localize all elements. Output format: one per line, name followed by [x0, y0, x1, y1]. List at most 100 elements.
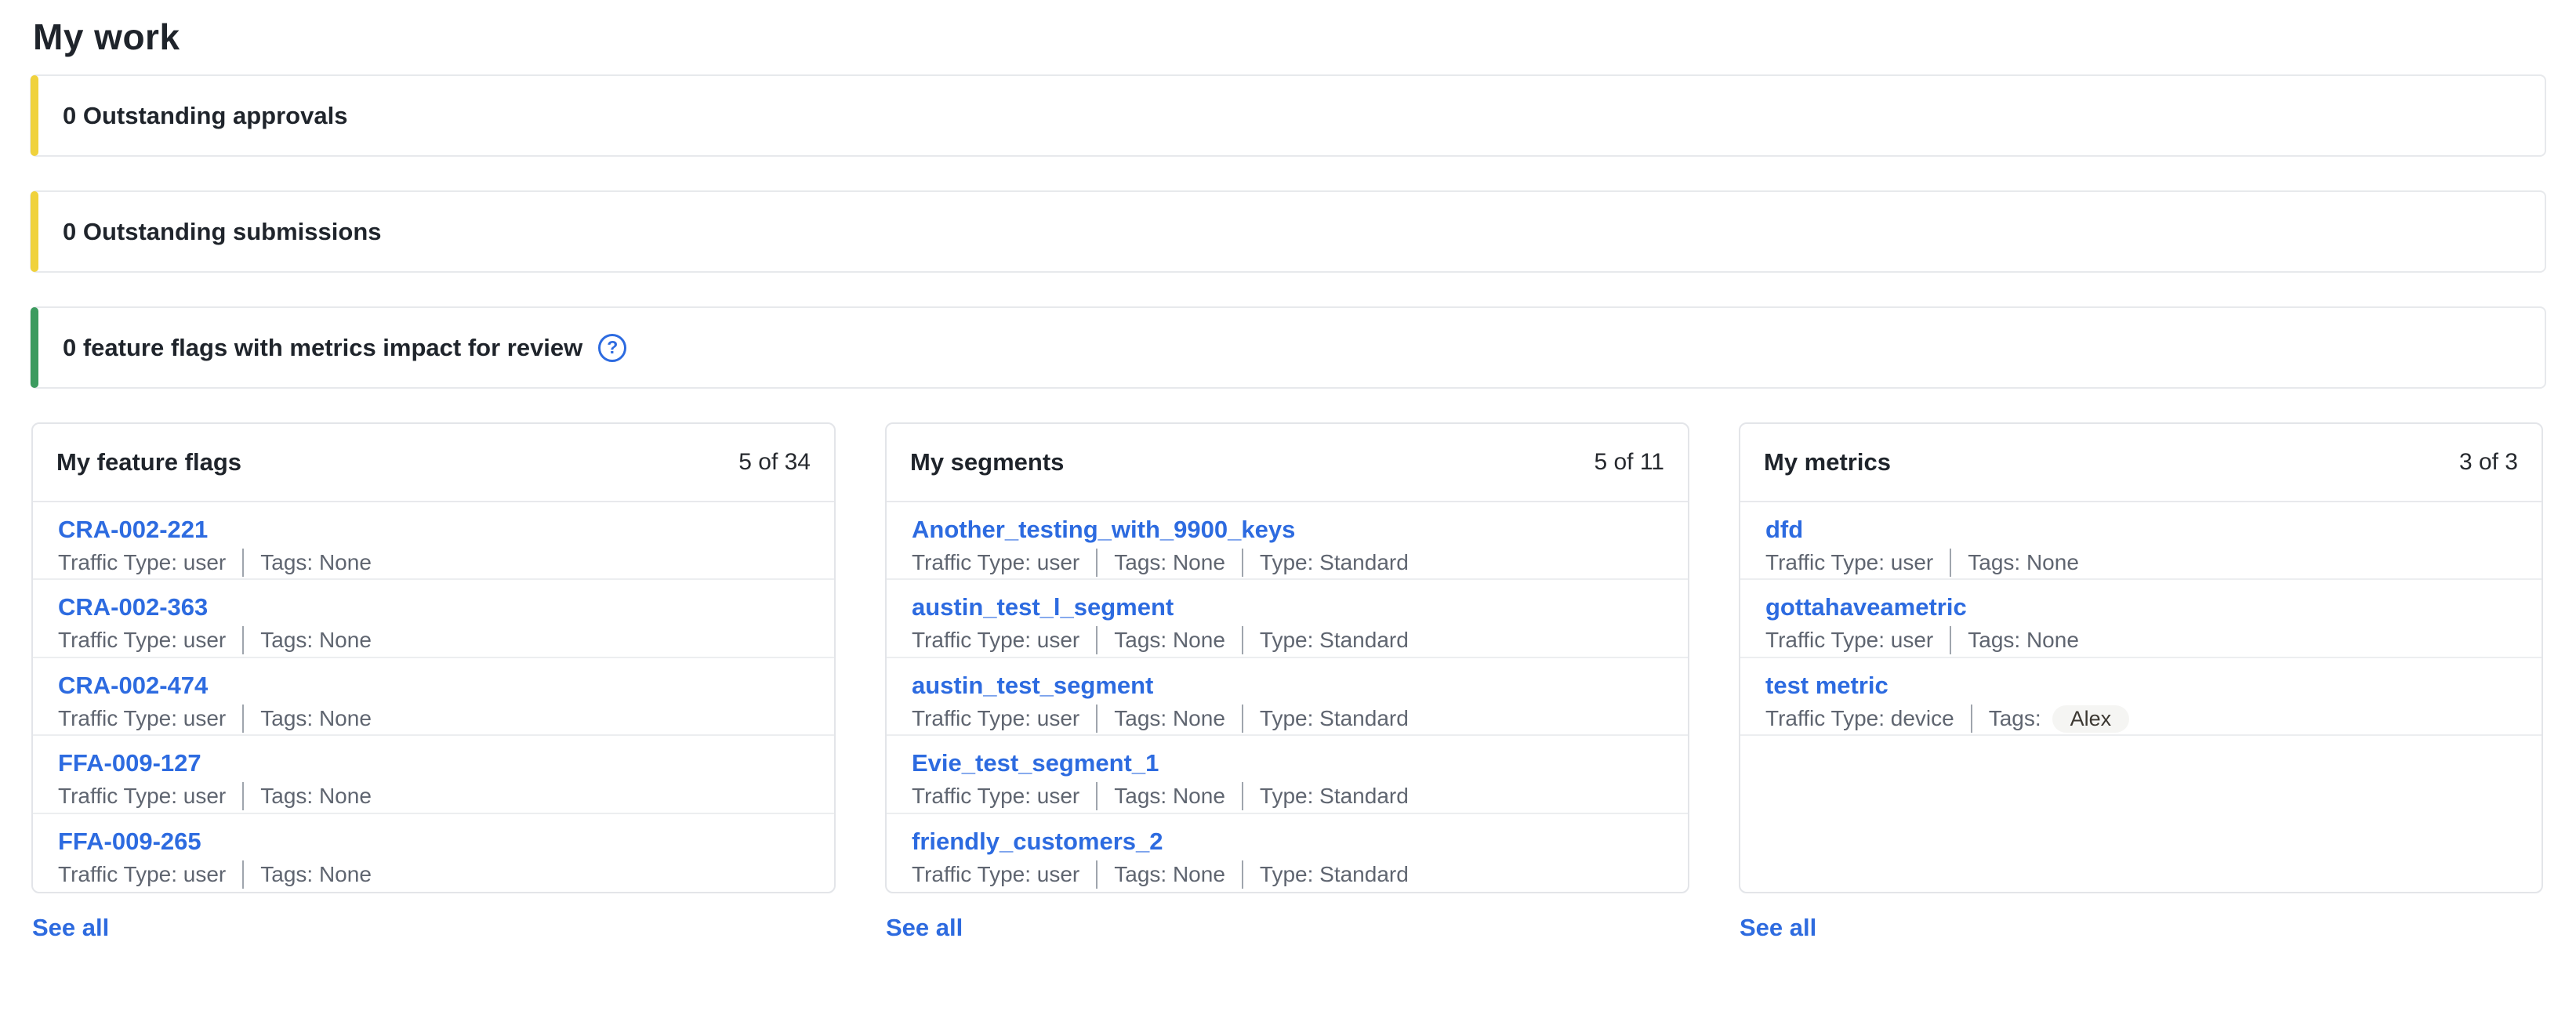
meta-separator — [242, 705, 244, 733]
see-all-feature-flags-link[interactable]: See all — [32, 914, 109, 942]
feature-flag-link[interactable]: CRA-002-474 — [58, 670, 208, 701]
banner-label: 0 feature flags with metrics impact for … — [63, 334, 582, 362]
see-all-metrics-link[interactable]: See all — [1740, 914, 1816, 942]
meta-separator — [242, 860, 244, 889]
meta-traffic-type: Traffic Type: user — [912, 706, 1079, 730]
meta-type: Type: Standard — [1260, 784, 1409, 808]
meta-type: Type: Standard — [1260, 628, 1409, 652]
card-count: 3 of 3 — [2459, 449, 2518, 476]
metric-link[interactable]: test metric — [1765, 670, 1888, 701]
card-header: My feature flags 5 of 34 — [33, 424, 834, 502]
item-meta: Traffic Type: user Tags: None Type: Standa… — [912, 705, 1663, 733]
feature-flags-card: My feature flags 5 of 34 CRA-002-221 Tra… — [31, 422, 836, 893]
item-meta: Traffic Type: userTags: None — [58, 626, 809, 654]
meta-tags: Tags: None — [1968, 550, 2079, 574]
help-icon[interactable]: ? — [598, 334, 626, 362]
item-meta: Traffic Type: user Tags: None Type: Standa… — [912, 626, 1663, 654]
meta-traffic-type: Traffic Type: user — [58, 550, 226, 574]
card-header: My segments 5 of 11 — [887, 424, 1688, 502]
page-title: My work — [33, 16, 2546, 58]
list-item: CRA-002-363 Traffic Type: userTags: None — [33, 580, 834, 657]
segment-link[interactable]: friendly_customers_2 — [912, 826, 1163, 857]
list-item: Evie_test_segment_1 Traffic Type: user Ta… — [887, 736, 1688, 813]
meta-traffic-type: Traffic Type: user — [912, 784, 1079, 808]
segment-link[interactable]: austin_test_segment — [912, 670, 1153, 701]
meta-separator — [1971, 705, 1972, 733]
feature-flag-link[interactable]: FFA-009-127 — [58, 748, 201, 779]
list-item: test metric Traffic Type: deviceTags:Ale… — [1740, 658, 2542, 736]
card-title: My segments — [910, 448, 1064, 476]
status-banners: 0 Outstanding approvals 0 Outstanding su… — [30, 74, 2546, 389]
meta-traffic-type: Traffic Type: user — [58, 862, 226, 886]
meta-separator — [242, 549, 244, 577]
item-meta: Traffic Type: user Tags: None Type: Standa… — [912, 549, 1663, 577]
meta-tags: Tags: None — [1968, 628, 2079, 652]
meta-separator — [1096, 782, 1098, 810]
meta-tags: Tags: None — [260, 862, 372, 886]
meta-separator — [1242, 782, 1243, 810]
metrics-card: My metrics 3 of 3 dfd Traffic Type: user… — [1739, 422, 2543, 893]
meta-separator — [242, 782, 244, 810]
segments-column: My segments 5 of 11 Another_testing_with… — [885, 422, 1689, 942]
list-item: austin_test_l_segment Traffic Type: user… — [887, 580, 1688, 657]
meta-tags: Tags: None — [1114, 628, 1225, 652]
meta-traffic-type: Traffic Type: user — [912, 862, 1079, 886]
summary-cards: My feature flags 5 of 34 CRA-002-221 Tra… — [31, 422, 2545, 942]
meta-separator — [1096, 549, 1098, 577]
segments-card: My segments 5 of 11 Another_testing_with… — [885, 422, 1689, 893]
feature-flags-column: My feature flags 5 of 34 CRA-002-221 Tra… — [31, 422, 836, 942]
meta-separator — [1096, 705, 1098, 733]
segment-link[interactable]: Another_testing_with_9900_keys — [912, 514, 1295, 545]
banner-flags-metrics-impact: 0 feature flags with metrics impact for … — [30, 306, 2546, 389]
feature-flag-link[interactable]: CRA-002-363 — [58, 592, 208, 623]
list-item: CRA-002-474 Traffic Type: user Tags: None — [33, 658, 834, 736]
meta-tags: Tags: None — [1114, 550, 1225, 574]
meta-separator — [1242, 549, 1243, 577]
list-item: austin_test_segment Traffic Type: user Ta… — [887, 658, 1688, 736]
meta-separator — [1242, 860, 1243, 889]
meta-traffic-type: Traffic Type: user — [58, 706, 226, 730]
banner-label: 0 Outstanding approvals — [63, 102, 347, 130]
meta-separator — [1096, 626, 1098, 654]
banner-accent-bar — [31, 307, 38, 388]
item-meta: Traffic Type: user Tags: None — [1765, 549, 2516, 577]
list-item: FFA-009-127 Traffic Type: userTags: None — [33, 736, 834, 813]
card-count: 5 of 11 — [1594, 449, 1664, 476]
metric-link[interactable]: gottahaveametric — [1765, 592, 1967, 623]
item-meta: Traffic Type: userTags: None — [58, 549, 809, 577]
banner-accent-bar — [31, 75, 38, 156]
list-item: FFA-009-265 Traffic Type: user Tags: None — [33, 814, 834, 892]
list-item: dfd Traffic Type: user Tags: None — [1740, 502, 2542, 580]
meta-separator — [1096, 860, 1098, 889]
meta-tags: Tags: None — [1114, 706, 1225, 730]
meta-separator — [1950, 626, 1951, 654]
meta-tags: Tags: None — [260, 784, 372, 808]
meta-separator — [1242, 626, 1243, 654]
item-meta: Traffic Type: userTags: None — [1765, 626, 2516, 654]
banner-accent-bar — [31, 191, 38, 272]
card-title: My feature flags — [56, 448, 241, 476]
meta-type: Type: Standard — [1260, 550, 1409, 574]
item-meta: Traffic Type: user Tags: None Type: Standa… — [912, 782, 1663, 810]
meta-tags: Tags: None — [260, 706, 372, 730]
see-all-segments-link[interactable]: See all — [886, 914, 963, 942]
segments-list: Another_testing_with_9900_keys Traffic T… — [887, 502, 1688, 892]
meta-traffic-type: Traffic Type: user — [1765, 550, 1933, 574]
meta-traffic-type: Traffic Type: user — [912, 550, 1079, 574]
meta-traffic-type: Traffic Type: user — [912, 628, 1079, 652]
metrics-list: dfd Traffic Type: user Tags: None gottaha… — [1740, 502, 2542, 892]
list-item: Another_testing_with_9900_keys Traffic T… — [887, 502, 1688, 580]
segment-link[interactable]: Evie_test_segment_1 — [912, 748, 1159, 779]
list-item: gottahaveametric Traffic Type: userTags:… — [1740, 580, 2542, 657]
card-title: My metrics — [1764, 448, 1891, 476]
meta-type: Type: Standard — [1260, 862, 1409, 886]
feature-flag-link[interactable]: CRA-002-221 — [58, 514, 208, 545]
segment-link[interactable]: austin_test_l_segment — [912, 592, 1174, 623]
meta-tags: Tags: None — [1114, 784, 1225, 808]
item-meta: Traffic Type: userTags: NoneType: Standa… — [912, 860, 1663, 889]
list-item: friendly_customers_2 Traffic Type: userT… — [887, 814, 1688, 892]
meta-type: Type: Standard — [1260, 706, 1409, 730]
feature-flags-list: CRA-002-221 Traffic Type: userTags: None… — [33, 502, 834, 892]
metric-link[interactable]: dfd — [1765, 514, 1803, 545]
feature-flag-link[interactable]: FFA-009-265 — [58, 826, 201, 857]
